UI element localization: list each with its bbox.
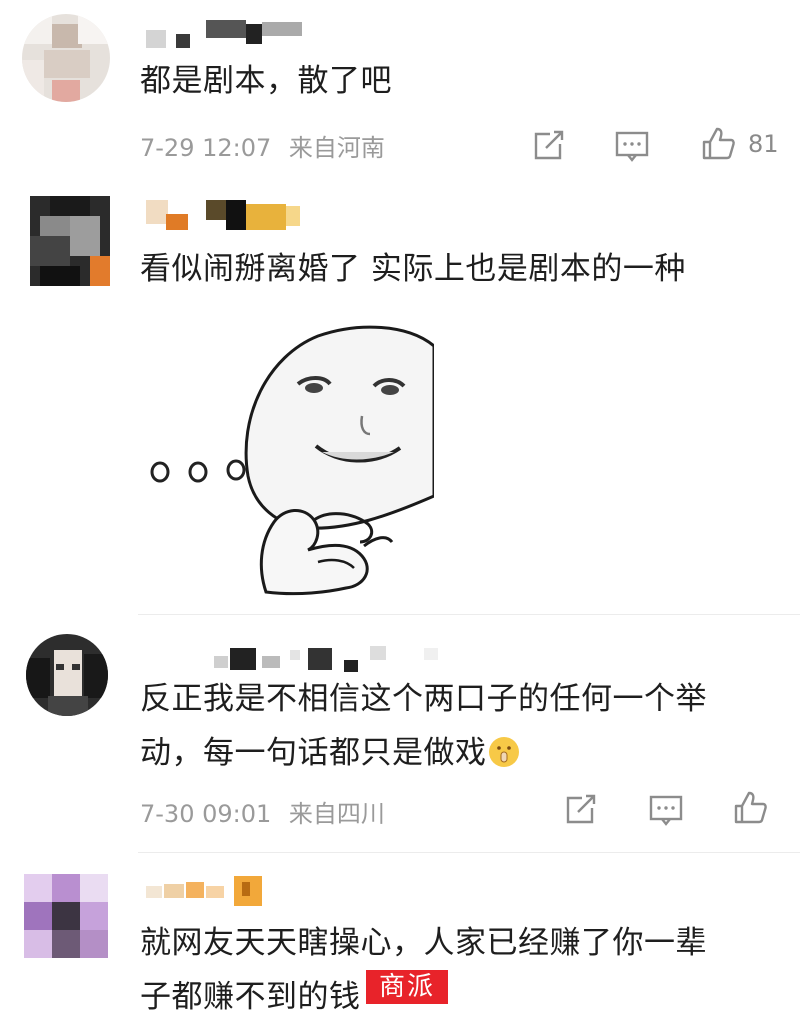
avatar[interactable] [22,14,110,102]
comment-icon[interactable] [646,790,686,830]
watermark-logo: 商派 [366,970,448,1004]
thumbs-up-icon[interactable] [730,788,770,828]
comment-item: 反正我是不相信这个两口子的任何一个举 动，每一句话都只是做戏 7-30 09:0… [0,620,800,850]
share-icon[interactable] [560,790,600,830]
comment-text-line: 子都赚不到的钱 [140,979,361,1015]
comment-text: 反正我是不相信这个两口子的任何一个举 动，每一句话都只是做戏 [140,672,760,780]
avatar[interactable] [30,196,110,286]
comment-date: 7-29 12:07 [140,134,272,162]
thumbs-up-icon[interactable] [698,124,738,164]
comment-text-line: 反正我是不相信这个两口子的任何一个举 [140,681,707,717]
comment-text-line: 动，每一句话都只是做戏 [140,726,760,780]
share-icon[interactable] [528,126,568,166]
comment-icon[interactable] [612,126,652,166]
shushing-face-emoji [488,737,519,767]
like-count: 81 [748,130,779,158]
avatar[interactable] [24,874,108,958]
avatar[interactable] [26,634,108,716]
divider [138,852,800,853]
comment-text-line: 就网友天天瞎操心，人家已经赚了你一辈 [140,925,707,961]
comment-text: 都是剧本，散了吧 [140,63,392,99]
thinking-face-sticker[interactable] [138,306,436,604]
username-redacted[interactable] [146,18,306,52]
comment-text: 看似闹掰离婚了 实际上也是剧本的一种 [140,251,686,287]
comment-text: 就网友天天瞎操心，人家已经赚了你一辈 子都赚不到的钱 [140,916,760,1024]
comment-text-line-2: 动，每一句话都只是做戏 [140,735,487,771]
comment-item: 都是剧本，散了吧 7-29 12:07 来自河南 81 [0,0,800,190]
comment-location: 来自四川 [288,800,385,828]
comment-meta: 7-30 09:01 来自四川 [140,794,395,829]
comment-date: 7-30 09:01 [140,800,272,828]
comment-location: 来自河南 [288,134,385,162]
username-redacted[interactable] [146,200,306,234]
username-redacted[interactable] [146,872,276,906]
comment-meta: 7-29 12:07 来自河南 [140,128,395,163]
divider [138,614,800,615]
